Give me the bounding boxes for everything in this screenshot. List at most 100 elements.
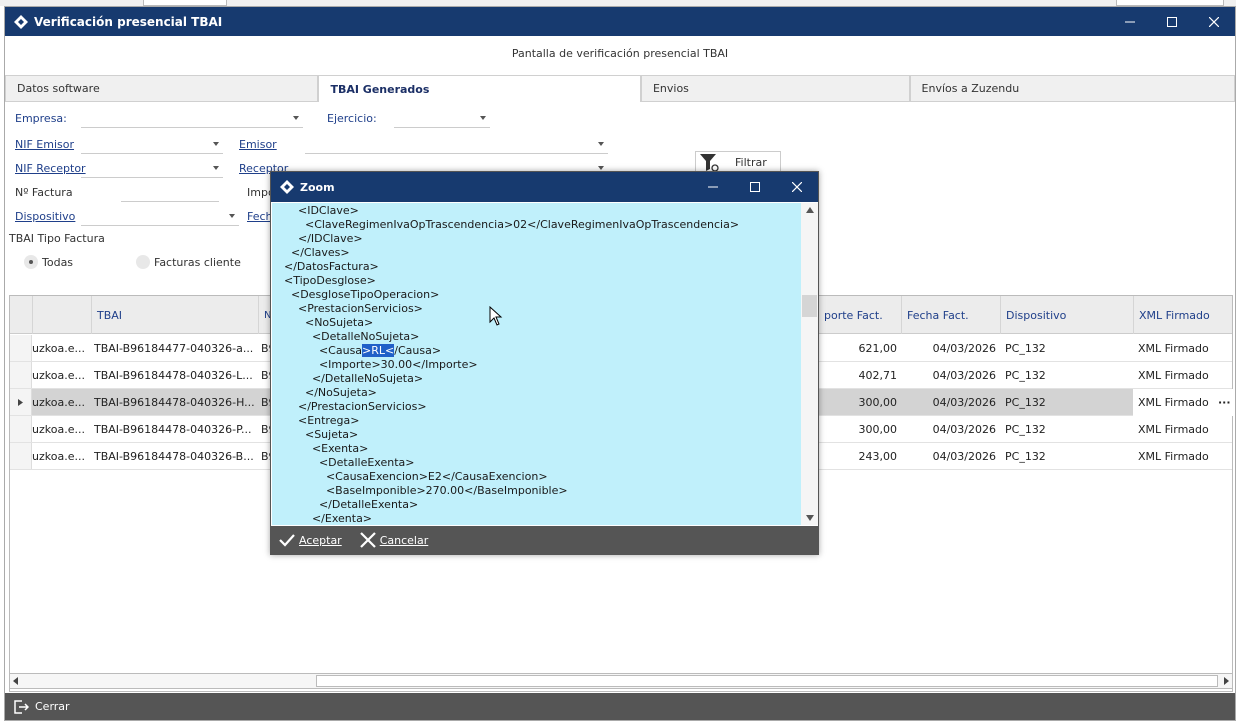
nif-receptor-combo[interactable] (81, 160, 223, 178)
row-indicator[interactable] (10, 443, 32, 469)
cell-xml-firmado[interactable]: XML Firmado (1138, 362, 1218, 389)
grid-header-fecha[interactable]: Fecha Fact. (901, 296, 1000, 334)
cell-importe[interactable]: 300,00 (818, 416, 901, 443)
dispositivo-combo[interactable] (81, 208, 239, 226)
xml-line-text: <DetalleExenta> (277, 456, 415, 469)
cell-col1[interactable]: uzkoa.e... (32, 443, 91, 470)
scrollbar-thumb[interactable] (316, 675, 1218, 687)
row-indicator[interactable] (10, 335, 32, 361)
radio-facturas-cliente[interactable] (136, 255, 150, 269)
emisor-combo[interactable] (305, 136, 608, 154)
cancel-x-icon (359, 532, 376, 548)
tab-strip: Datos software TBAI Generados Envios Env… (5, 75, 1235, 102)
cell-xml-firmado[interactable]: XML Firmado (1138, 416, 1218, 443)
ejercicio-combo[interactable] (394, 110, 490, 128)
maximize-button[interactable] (1151, 7, 1193, 36)
cell-tbai[interactable]: TBAI-B96184478-040326-L... (94, 362, 256, 389)
xml-line: <IDClave> (277, 204, 359, 218)
cell-xml-firmado[interactable]: XML Firmado (1138, 335, 1218, 362)
fecha-label[interactable]: Fech (247, 210, 273, 223)
cell-fecha[interactable]: 04/03/2026 (901, 416, 1000, 443)
scroll-down-icon[interactable] (806, 515, 814, 521)
zoom-title: Zoom (300, 180, 335, 194)
aceptar-button[interactable]: Aceptar (279, 533, 342, 547)
scroll-left-icon[interactable] (13, 677, 19, 685)
row-indicator[interactable] (10, 389, 32, 415)
tab-tbai-generados[interactable]: TBAI Generados (318, 75, 641, 102)
grid-header-importe[interactable]: porte Fact. (818, 296, 901, 334)
close-button[interactable] (1193, 7, 1235, 36)
zoom-minimize-button[interactable] (692, 172, 734, 202)
nif-receptor-label[interactable]: NIF Receptor (15, 162, 86, 175)
xml-line-text: </DatosFactura> (277, 260, 379, 273)
xml-line-text: <TipoDesglose> (277, 274, 376, 287)
radio-todas-label: Todas (42, 256, 74, 269)
n-factura-input[interactable] (121, 184, 219, 202)
cell-importe[interactable]: 300,00 (818, 389, 901, 416)
grid-horizontal-scrollbar[interactable] (9, 673, 1233, 689)
cell-fecha[interactable]: 04/03/2026 (901, 362, 1000, 389)
minimize-button[interactable] (1109, 7, 1151, 36)
xml-line: </Claves> (277, 246, 350, 260)
grid-header-col1[interactable] (32, 296, 91, 334)
cerrar-button[interactable]: Cerrar (13, 699, 70, 715)
xml-text-area[interactable]: <IDClave> <ClaveRegimenIvaOpTrascendenci… (272, 203, 801, 525)
ellipsis-button[interactable]: ··· (1218, 389, 1232, 416)
xml-line-text: <IDClave> (277, 204, 359, 217)
cell-xml-firmado[interactable]: XML Firmado (1138, 443, 1218, 470)
cell-dispositivo[interactable]: PC_132 (1005, 443, 1133, 470)
cell-importe[interactable]: 402,71 (818, 362, 901, 389)
cell-dispositivo[interactable]: PC_132 (1005, 362, 1133, 389)
cell-col1[interactable]: uzkoa.e... (32, 389, 91, 416)
cell-fecha[interactable]: 04/03/2026 (901, 335, 1000, 362)
selected-text[interactable]: >RL< (362, 344, 395, 357)
tab-envios[interactable]: Envios (640, 75, 910, 102)
cell-importe[interactable]: 621,00 (818, 335, 901, 362)
empresa-combo[interactable] (81, 110, 303, 128)
xml-line-text: <BaseImponible>270.00</BaseImponible> (277, 484, 568, 497)
grid-header-dispositivo[interactable]: Dispositivo (1000, 296, 1133, 334)
scroll-up-icon[interactable] (806, 207, 814, 213)
cell-tbai[interactable]: TBAI-B96184478-040326-P... (94, 416, 256, 443)
cell-tbai[interactable]: TBAI-B96184478-040326-H... (94, 389, 256, 416)
cancelar-button[interactable]: Cancelar (359, 532, 428, 548)
cell-col1[interactable]: uzkoa.e... (32, 335, 91, 362)
cell-dispositivo[interactable]: PC_132 (1005, 416, 1133, 443)
zoom-close-button[interactable] (776, 172, 818, 202)
cell-fecha[interactable]: 04/03/2026 (901, 443, 1000, 470)
cell-col1[interactable]: uzkoa.e... (32, 416, 91, 443)
row-indicator[interactable] (10, 362, 32, 388)
nif-emisor-combo[interactable] (81, 136, 223, 154)
cell-dispositivo[interactable]: PC_132 (1005, 335, 1133, 362)
empresa-label: Empresa: (15, 112, 67, 125)
bottom-toolbar: Cerrar (5, 693, 1235, 720)
cell-tbai[interactable]: TBAI-B96184478-040326-B... (94, 443, 256, 470)
tab-envios-zuzendu[interactable]: Envíos a Zuzendu (909, 75, 1235, 102)
xml-line-text: <Entrega> (277, 414, 360, 427)
dispositivo-label[interactable]: Dispositivo (15, 210, 75, 223)
cell-tbai[interactable]: TBAI-B96184477-040326-a... (94, 335, 256, 362)
cell-dispositivo[interactable]: PC_132 (1005, 389, 1133, 416)
zoom-maximize-button[interactable] (734, 172, 776, 202)
emisor-label[interactable]: Emisor (239, 138, 277, 151)
grid-header-tbai[interactable]: TBAI (91, 296, 258, 334)
xml-line: </NoSujeta> (277, 386, 377, 400)
cell-fecha[interactable]: 04/03/2026 (901, 389, 1000, 416)
n-factura-label: Nº Factura (15, 186, 73, 199)
xml-line-text: </IDClave> (277, 232, 363, 245)
tab-datos-software[interactable]: Datos software (5, 75, 319, 102)
radio-todas[interactable] (24, 255, 38, 269)
cell-col1[interactable]: uzkoa.e... (32, 362, 91, 389)
xml-vertical-scrollbar[interactable] (801, 203, 818, 525)
scrollbar-thumb[interactable] (802, 295, 817, 317)
nif-emisor-label[interactable]: NIF Emisor (15, 138, 74, 151)
xml-line: <TipoDesglose> (277, 274, 376, 288)
filtrar-button[interactable]: Filtrar (695, 151, 781, 173)
xml-line: <Causa>RL</Causa> (277, 344, 441, 358)
filter-icon (700, 154, 719, 172)
zoom-footer: Aceptar Cancelar (271, 526, 818, 554)
scroll-right-icon[interactable] (1223, 677, 1229, 685)
cell-importe[interactable]: 243,00 (818, 443, 901, 470)
row-indicator[interactable] (10, 416, 32, 442)
grid-header-xml-firmado[interactable]: XML Firmado (1133, 296, 1233, 334)
